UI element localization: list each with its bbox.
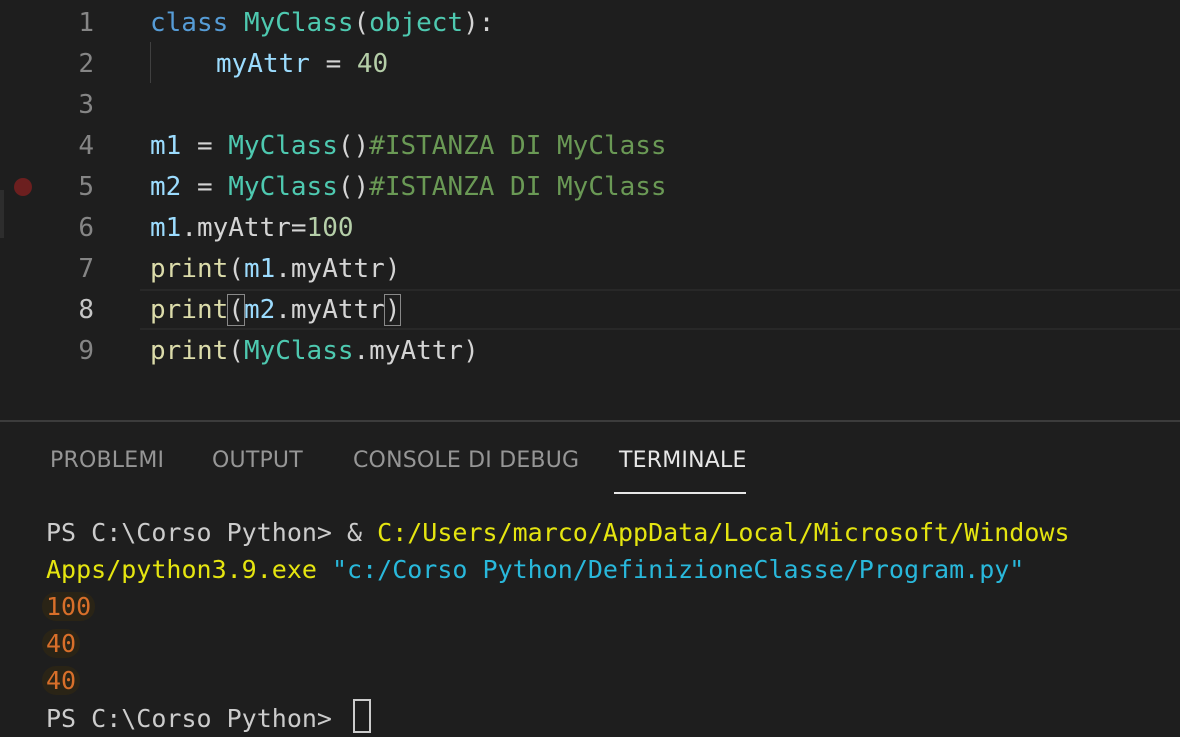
line-number: 2 <box>78 49 94 79</box>
line-number: 8 <box>78 295 94 325</box>
panel-tabs: PROBLEMI OUTPUT CONSOLE DI DEBUG TERMINA… <box>0 422 1180 496</box>
terminal-output-line: 100 <box>42 588 1166 625</box>
terminal-output-line: 40 <box>42 625 1166 662</box>
code-line[interactable]: 2 myAttr = 40 <box>0 43 1180 84</box>
line-number: 7 <box>78 254 94 284</box>
terminal-prompt[interactable]: PS C:\Corso Python> <box>46 699 1166 737</box>
code-line[interactable]: 3 <box>0 84 1180 125</box>
terminal-line: Apps/python3.9.exe "c:/Corso Python/Defi… <box>46 555 1025 584</box>
tab-problemi[interactable]: PROBLEMI <box>50 448 164 473</box>
code-line[interactable]: 1 class MyClass(object): <box>0 2 1180 43</box>
line-number: 9 <box>78 336 94 366</box>
code-text: myAttr = 40 <box>216 49 389 79</box>
terminal-output[interactable]: PS C:\Corso Python> & C:/Users/marco/App… <box>42 514 1166 737</box>
code-line[interactable]: 7 print(m1.myAttr) <box>0 248 1180 289</box>
code-text: m1.myAttr=100 <box>150 213 354 243</box>
line-number: 3 <box>78 90 94 120</box>
code-editor[interactable]: 1 class MyClass(object): 2 myAttr = 40 3… <box>0 0 1180 420</box>
active-tab-indicator <box>614 492 746 494</box>
terminal-line: PS C:\Corso Python> & C:/Users/marco/App… <box>46 518 1070 547</box>
code-text: print(m2.myAttr) <box>150 294 402 326</box>
code-text: m2 = MyClass()#ISTANZA DI MyClass <box>150 172 667 202</box>
code-text: class MyClass(object): <box>150 8 495 38</box>
code-text: print(m1.myAttr) <box>150 254 401 284</box>
line-number: 1 <box>78 8 94 38</box>
code-line[interactable]: 6 m1.myAttr=100 <box>0 207 1180 248</box>
line-number: 4 <box>78 131 94 161</box>
terminal-output-line: 40 <box>42 662 1166 699</box>
code-text: m1 = MyClass()#ISTANZA DI MyClass <box>150 131 667 161</box>
tab-terminale[interactable]: TERMINALE <box>619 448 747 473</box>
line-number: 5 <box>78 172 94 202</box>
code-line[interactable]: 4 m1 = MyClass()#ISTANZA DI MyClass <box>0 125 1180 166</box>
code-line-current[interactable]: 8 print(m2.myAttr) <box>0 289 1180 330</box>
code-line[interactable]: 5 m2 = MyClass()#ISTANZA DI MyClass <box>0 166 1180 207</box>
line-number: 6 <box>78 213 94 243</box>
code-line[interactable]: 9 print(MyClass.myAttr) <box>0 330 1180 371</box>
tab-output[interactable]: OUTPUT <box>212 448 303 473</box>
code-text: print(MyClass.myAttr) <box>150 336 479 366</box>
terminal-cursor <box>353 699 372 733</box>
bottom-panel: PROBLEMI OUTPUT CONSOLE DI DEBUG TERMINA… <box>0 420 1180 733</box>
tab-console-debug[interactable]: CONSOLE DI DEBUG <box>353 448 579 473</box>
